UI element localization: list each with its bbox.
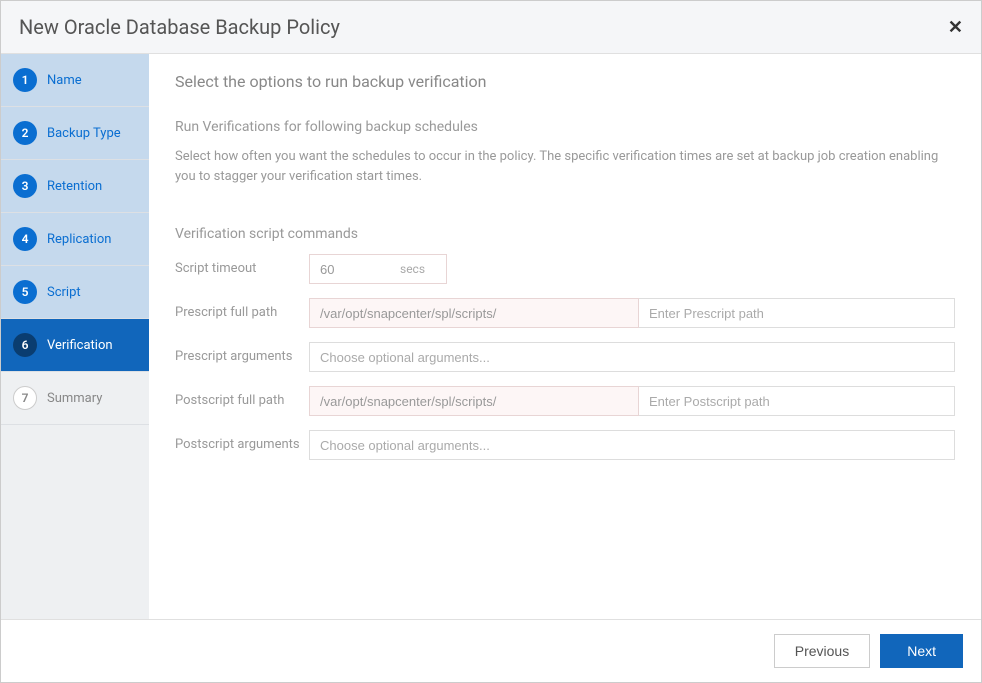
row-postscript-args: Postscript arguments [175, 430, 955, 460]
step-label: Backup Type [47, 126, 121, 141]
content-title: Select the options to run backup verific… [175, 72, 955, 91]
schedules-description: Select how often you want the schedules … [175, 147, 955, 186]
step-label: Retention [47, 179, 102, 194]
prescript-path-wrap [309, 298, 955, 328]
step-script[interactable]: 5 Script [1, 266, 149, 319]
postscript-path-wrap [309, 386, 955, 416]
label-prescript-args: Prescript arguments [175, 349, 309, 366]
wizard-steps: 1 Name 2 Backup Type 3 Retention 4 Repli… [1, 54, 149, 619]
dialog-header: New Oracle Database Backup Policy ✕ [1, 1, 981, 54]
prescript-path-input[interactable] [639, 298, 955, 328]
step-number: 1 [13, 68, 37, 92]
row-postscript-path: Postscript full path [175, 386, 955, 416]
scripts-heading: Verification script commands [175, 226, 955, 242]
step-label: Replication [47, 232, 111, 247]
label-postscript-path: Postscript full path [175, 393, 309, 410]
content-panel: Select the options to run backup verific… [149, 54, 981, 619]
next-button[interactable]: Next [880, 634, 963, 668]
timeout-input-wrap: secs [309, 254, 447, 284]
step-number: 2 [13, 121, 37, 145]
step-verification[interactable]: 6 Verification [1, 319, 149, 372]
prescript-prefix-input [309, 298, 639, 328]
step-label: Script [47, 285, 81, 300]
schedules-heading: Run Verifications for following backup s… [175, 119, 955, 135]
label-postscript-args: Postscript arguments [175, 437, 309, 454]
script-timeout-input[interactable] [310, 256, 400, 283]
row-script-timeout: Script timeout secs [175, 254, 955, 284]
postscript-args-input[interactable] [309, 430, 955, 460]
prescript-args-input[interactable] [309, 342, 955, 372]
postscript-path-input[interactable] [639, 386, 955, 416]
step-label: Name [47, 73, 82, 88]
step-backup-type[interactable]: 2 Backup Type [1, 107, 149, 160]
postscript-prefix-input [309, 386, 639, 416]
step-number: 5 [13, 280, 37, 304]
step-number: 4 [13, 227, 37, 251]
step-name[interactable]: 1 Name [1, 54, 149, 107]
close-icon[interactable]: ✕ [948, 17, 963, 38]
label-script-timeout: Script timeout [175, 261, 309, 278]
dialog-new-backup-policy: New Oracle Database Backup Policy ✕ 1 Na… [0, 0, 982, 683]
label-prescript-path: Prescript full path [175, 305, 309, 322]
step-label: Summary [47, 391, 102, 406]
step-retention[interactable]: 3 Retention [1, 160, 149, 213]
dialog-title: New Oracle Database Backup Policy [19, 15, 340, 39]
dialog-body: 1 Name 2 Backup Type 3 Retention 4 Repli… [1, 54, 981, 619]
step-number: 6 [13, 333, 37, 357]
row-prescript-path: Prescript full path [175, 298, 955, 328]
row-prescript-args: Prescript arguments [175, 342, 955, 372]
previous-button[interactable]: Previous [774, 634, 870, 668]
step-replication[interactable]: 4 Replication [1, 213, 149, 266]
step-number: 3 [13, 174, 37, 198]
step-label: Verification [47, 338, 113, 353]
step-number: 7 [13, 386, 37, 410]
dialog-footer: Previous Next [1, 619, 981, 682]
timeout-suffix: secs [400, 262, 435, 276]
step-summary[interactable]: 7 Summary [1, 372, 149, 425]
